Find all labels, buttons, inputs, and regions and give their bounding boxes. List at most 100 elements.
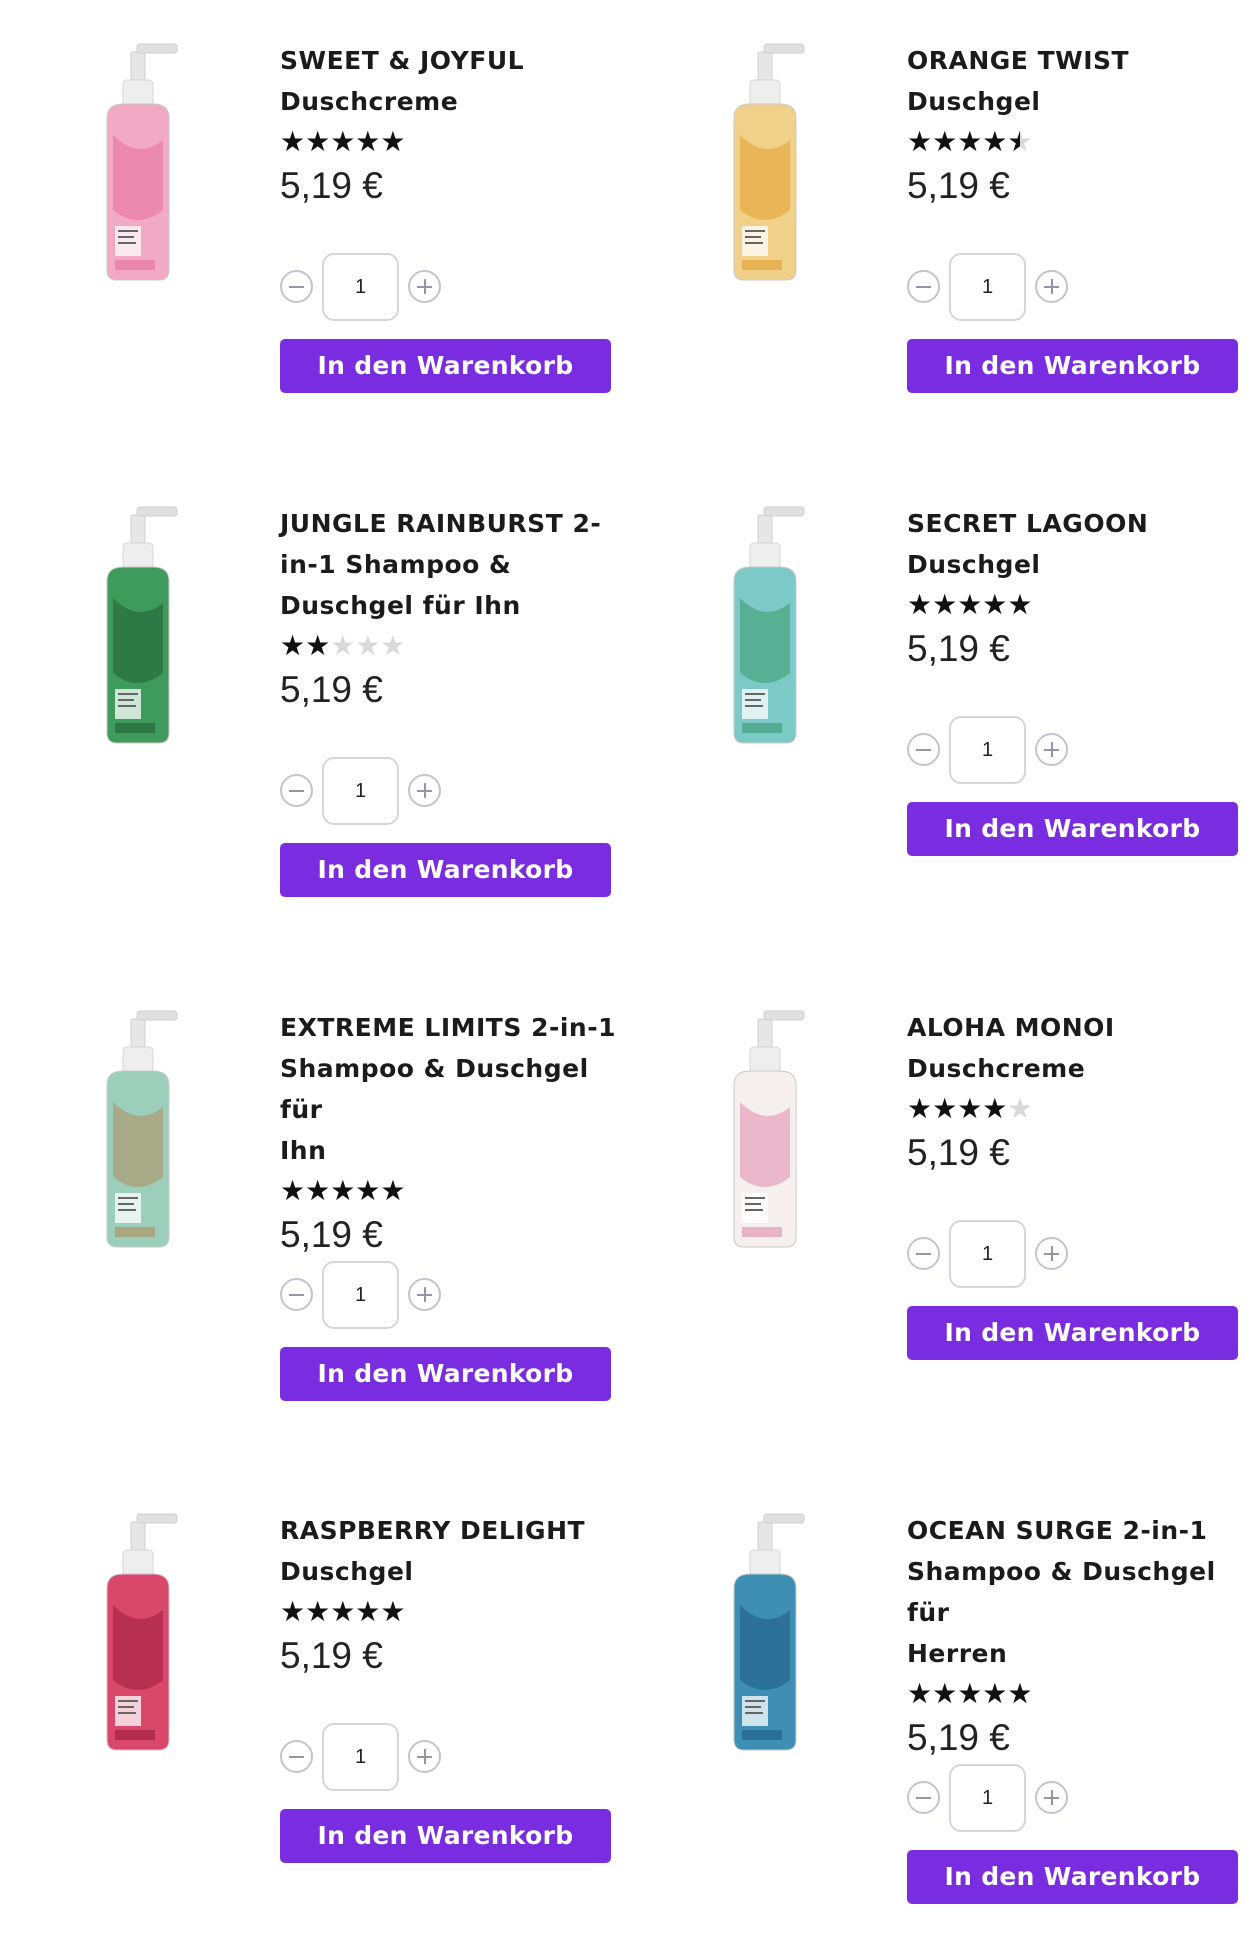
quantity-input[interactable]: 1 (322, 1261, 399, 1329)
minus-icon[interactable] (907, 270, 940, 303)
product-name-line: Duschgel für Ihn (280, 591, 521, 620)
quantity-input[interactable]: 1 (322, 253, 399, 321)
quantity-stepper: 1 (280, 1723, 450, 1791)
star-icon: ★★★★★ (907, 1092, 1008, 1125)
product-info: ALOHA MONOI Duschcreme ★★★★★★★★★★ 5,19 € (907, 1007, 1250, 1178)
star-rating: ★★★★★★★★★★ (907, 588, 1250, 622)
add-to-cart-button[interactable]: In den Warenkorb (280, 1347, 611, 1401)
product-image-link[interactable] (93, 40, 183, 285)
minus-icon[interactable] (280, 774, 313, 807)
add-to-cart-button[interactable]: In den Warenkorb (280, 1809, 611, 1863)
product-image-link[interactable] (720, 40, 810, 285)
quantity-stepper: 1 (907, 1764, 1077, 1832)
plus-icon[interactable] (408, 270, 441, 303)
product-card: JUNGLE RAINBURST 2- in-1 Shampoo & Duschge… (13, 503, 638, 963)
star-icon: ★★★★★ (280, 629, 331, 662)
product-name[interactable]: SECRET LAGOON Duschgel (907, 503, 1250, 585)
minus-icon[interactable] (907, 733, 940, 766)
quantity-input[interactable]: 1 (322, 1723, 399, 1791)
product-price: 5,19 € (907, 165, 1010, 206)
product-bottle-image (733, 506, 805, 744)
product-name-line: Duschgel (907, 550, 1041, 579)
star-icon: ★★★★★ (907, 125, 1021, 158)
product-bottle-image (733, 43, 805, 281)
product-image-link[interactable] (720, 1510, 810, 1755)
star-icon: ★★★★★ (280, 125, 406, 158)
product-image-link[interactable] (720, 1007, 810, 1252)
product-name[interactable]: ALOHA MONOI Duschcreme (907, 1007, 1250, 1089)
quantity-input[interactable]: 1 (949, 1764, 1026, 1832)
star-rating: ★★★★★★★★★★ (280, 629, 635, 663)
quantity-stepper: 1 (280, 757, 450, 825)
plus-icon[interactable] (1035, 1781, 1068, 1814)
product-name-line: in-1 Shampoo & (280, 550, 512, 579)
add-to-cart-button[interactable]: In den Warenkorb (907, 1850, 1238, 1904)
minus-icon[interactable] (907, 1237, 940, 1270)
star-rating: ★★★★★★★★★★ (907, 1092, 1250, 1126)
quantity-input[interactable]: 1 (949, 253, 1026, 321)
product-card: EXTREME LIMITS 2-in-1 Shampoo & Duschgel … (13, 1007, 638, 1467)
product-info: ORANGE TWIST Duschgel ★★★★★ ★★★★★ 5,19 € (907, 40, 1250, 211)
product-name-line: JUNGLE RAINBURST 2- (280, 509, 602, 538)
add-to-cart-button[interactable]: In den Warenkorb (907, 339, 1238, 393)
product-image-link[interactable] (93, 1510, 183, 1755)
minus-icon[interactable] (280, 1740, 313, 1773)
quantity-input[interactable]: 1 (949, 716, 1026, 784)
minus-icon[interactable] (907, 1781, 940, 1814)
product-name[interactable]: ORANGE TWIST Duschgel (907, 40, 1250, 122)
product-price: 5,19 € (280, 1635, 383, 1676)
product-name-line: Duschgel (907, 87, 1041, 116)
product-price: 5,19 € (280, 165, 383, 206)
product-price: 5,19 € (907, 1132, 1010, 1173)
plus-icon[interactable] (1035, 270, 1068, 303)
star-icon: ★★★★★ (280, 1595, 406, 1628)
product-card: OCEAN SURGE 2-in-1 Shampoo & Duschgel für… (640, 1510, 1250, 1955)
product-name-line: ALOHA MONOI (907, 1013, 1115, 1042)
product-name-line: Duschcreme (907, 1054, 1086, 1083)
product-bottle-image (106, 1010, 178, 1248)
product-name[interactable]: JUNGLE RAINBURST 2- in-1 Shampoo & Duschge… (280, 503, 635, 626)
product-info: RASPBERRY DELIGHT Duschgel ★★★★★ ★★★★★ 5,19 … (280, 1510, 635, 1681)
star-rating: ★★★★★★★★★★ (907, 1677, 1250, 1711)
add-to-cart-button[interactable]: In den Warenkorb (907, 1306, 1238, 1360)
product-name[interactable]: OCEAN SURGE 2-in-1 Shampoo & Duschgel für… (907, 1510, 1250, 1674)
product-name-line: SECRET LAGOON (907, 509, 1149, 538)
product-name-line: Shampoo & Duschgel für (280, 1054, 589, 1124)
product-info: JUNGLE RAINBURST 2- in-1 Shampoo & Duschge… (280, 503, 635, 715)
product-card: ALOHA MONOI Duschcreme ★★★★★★★★★★ 5,19 € 1 In… (640, 1007, 1250, 1467)
product-name[interactable]: SWEET & JOYFUL Duschcreme (280, 40, 635, 122)
add-to-cart-button[interactable]: In den Warenkorb (280, 339, 611, 393)
product-price: 5,19 € (907, 628, 1010, 669)
plus-icon[interactable] (1035, 1237, 1068, 1270)
plus-icon[interactable] (408, 1278, 441, 1311)
product-card: SECRET LAGOON Duschgel ★★★★★ ★★★★★ 5,19 € 1 In… (640, 503, 1250, 963)
product-name-line: OCEAN SURGE 2-in-1 (907, 1516, 1208, 1545)
star-icon: ★★★★★ (280, 1174, 406, 1207)
product-name-line: EXTREME LIMITS 2-in-1 (280, 1013, 616, 1042)
quantity-input[interactable]: 1 (949, 1220, 1026, 1288)
product-bottle-image (106, 1513, 178, 1751)
product-name[interactable]: EXTREME LIMITS 2-in-1 Shampoo & Duschgel … (280, 1007, 635, 1171)
quantity-stepper: 1 (907, 716, 1077, 784)
product-image-link[interactable] (93, 503, 183, 748)
product-card: SWEET & JOYFUL Duschcreme ★★★★★ ★★★★★ 5,19 €… (13, 40, 638, 500)
product-name-line: ORANGE TWIST (907, 46, 1130, 75)
minus-icon[interactable] (280, 1278, 313, 1311)
plus-icon[interactable] (408, 774, 441, 807)
product-image-link[interactable] (720, 503, 810, 748)
product-name-line: Herren (907, 1639, 1008, 1668)
quantity-input[interactable]: 1 (322, 757, 399, 825)
quantity-stepper: 1 (280, 1261, 450, 1329)
product-image-link[interactable] (93, 1007, 183, 1252)
plus-icon[interactable] (408, 1740, 441, 1773)
product-info: OCEAN SURGE 2-in-1 Shampoo & Duschgel für… (907, 1510, 1250, 1763)
plus-icon[interactable] (1035, 733, 1068, 766)
star-icon: ★★★★★ (907, 588, 1033, 621)
star-rating: ★★★★★★★★★★ (280, 125, 635, 159)
product-name[interactable]: RASPBERRY DELIGHT Duschgel (280, 1510, 635, 1592)
product-info: EXTREME LIMITS 2-in-1 Shampoo & Duschgel … (280, 1007, 635, 1260)
minus-icon[interactable] (280, 270, 313, 303)
add-to-cart-button[interactable]: In den Warenkorb (907, 802, 1238, 856)
add-to-cart-button[interactable]: In den Warenkorb (280, 843, 611, 897)
product-name-line: Shampoo & Duschgel für (907, 1557, 1216, 1627)
